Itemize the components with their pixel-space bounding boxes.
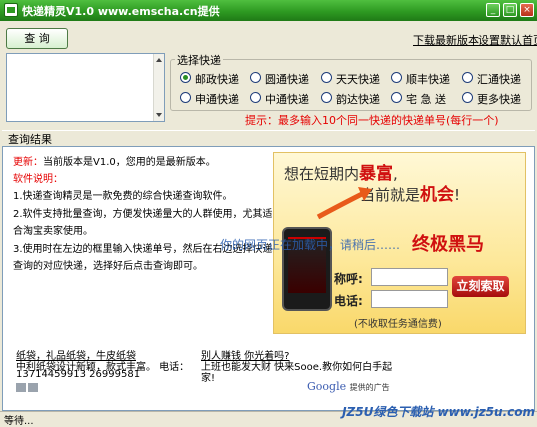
ad-request-button[interactable]: 立刻索取 [452,276,509,297]
ad-tel-label: 电话: [334,294,363,308]
set-homepage-link[interactable]: 设置默认首页 [478,32,537,48]
radio-label: 申通快递 [195,93,239,106]
ad-name-input[interactable] [371,268,448,286]
ad-line3: 终极黑马 [412,234,484,255]
google-ad1-line2: 13714459913 26999581 [16,369,141,380]
instruction-line: 查询的对应快递，选择好后点击查询即可。 [13,261,203,272]
google-ad2-line2: 家! [201,373,216,384]
radio-label: 宅 急 送 [406,93,446,106]
instruction-line: 2.软件支持批量查询，方便发快递量大的人群使用，尤其适 [13,209,273,220]
google-logo: Google [307,380,347,393]
loading-text: 你的网页正在加载中，请稍后…… [220,238,401,252]
instruction-line: 合淘宝卖家使用。 [13,226,93,237]
radio-dot [391,72,402,83]
ad-prev-button[interactable] [16,383,26,392]
google-attribution-text: 提供的广告 [349,383,390,392]
maximize-button[interactable]: □ [503,3,517,17]
radio-dot [321,92,332,103]
ad-name-label: 称呼: [334,272,363,286]
radio-dot [180,92,191,103]
google-attribution: Google 提供的广告 [307,380,390,393]
carrier-group-label: 选择快递 [175,52,223,68]
results-title: 查询结果 [8,133,52,146]
ad-line2: 当前就是机会! [360,180,460,205]
watermark: JZ5U绿色下载站 www.jz5u.com [342,405,535,419]
app-icon [4,3,18,17]
radio-dot [250,92,261,103]
update-line: 更新：当前版本是V1.0，您用的是最新版本。 [13,153,216,168]
results-header [2,130,535,147]
radio-dot [462,72,473,83]
radio-dot [250,72,261,83]
radio-label: 圆通快递 [265,73,309,86]
radio-label: 汇通快递 [477,73,521,86]
radio-dot [180,72,191,83]
radio-label: 邮政快递 [195,73,239,86]
window-title: 快递精灵V1.0 www.emscha.cn提供 [22,5,220,18]
update-text: 当前版本是V1.0，您用的是最新版本。 [43,157,216,168]
tracking-number-input[interactable] [6,53,165,122]
instruction-line: 1.快递查询精灵是一款免费的综合快递查询软件。 [13,191,233,202]
ad-tel-input[interactable] [371,290,448,308]
arrow-graphic [316,187,372,220]
instructions-title: 软件说明： [13,174,63,185]
ad-next-button[interactable] [28,383,38,392]
download-latest-link[interactable]: 下载最新版本 [413,32,479,48]
google-ad2-line1: 上班也能发大财 快来Sooe.教你如何白手起 [201,362,393,373]
radio-dot [321,72,332,83]
update-prefix: 更新： [13,157,43,168]
query-button[interactable]: 查 询 [6,28,68,49]
ad-line2-em: 机会 [420,185,455,205]
radio-label: 顺丰快递 [406,73,450,86]
radio-dot [391,92,402,103]
ad-line2-end: ! [454,186,461,204]
ad-note: (不收取任务通信费) [354,319,442,330]
ad-line1-text: 想在短期内 [284,165,360,183]
hint-text: 提示：最多输入10个同一快递的快递单号(每行一个) [245,114,499,127]
radio-label: 韵达快递 [336,93,380,106]
radio-label: 天天快递 [336,73,380,86]
radio-dot [462,92,473,103]
radio-label: 中通快递 [265,93,309,106]
radio-label: 更多快递 [477,93,521,106]
minimize-button[interactable]: _ [486,3,500,17]
input-scrollbar[interactable] [153,54,164,121]
close-button[interactable]: × [520,3,534,17]
